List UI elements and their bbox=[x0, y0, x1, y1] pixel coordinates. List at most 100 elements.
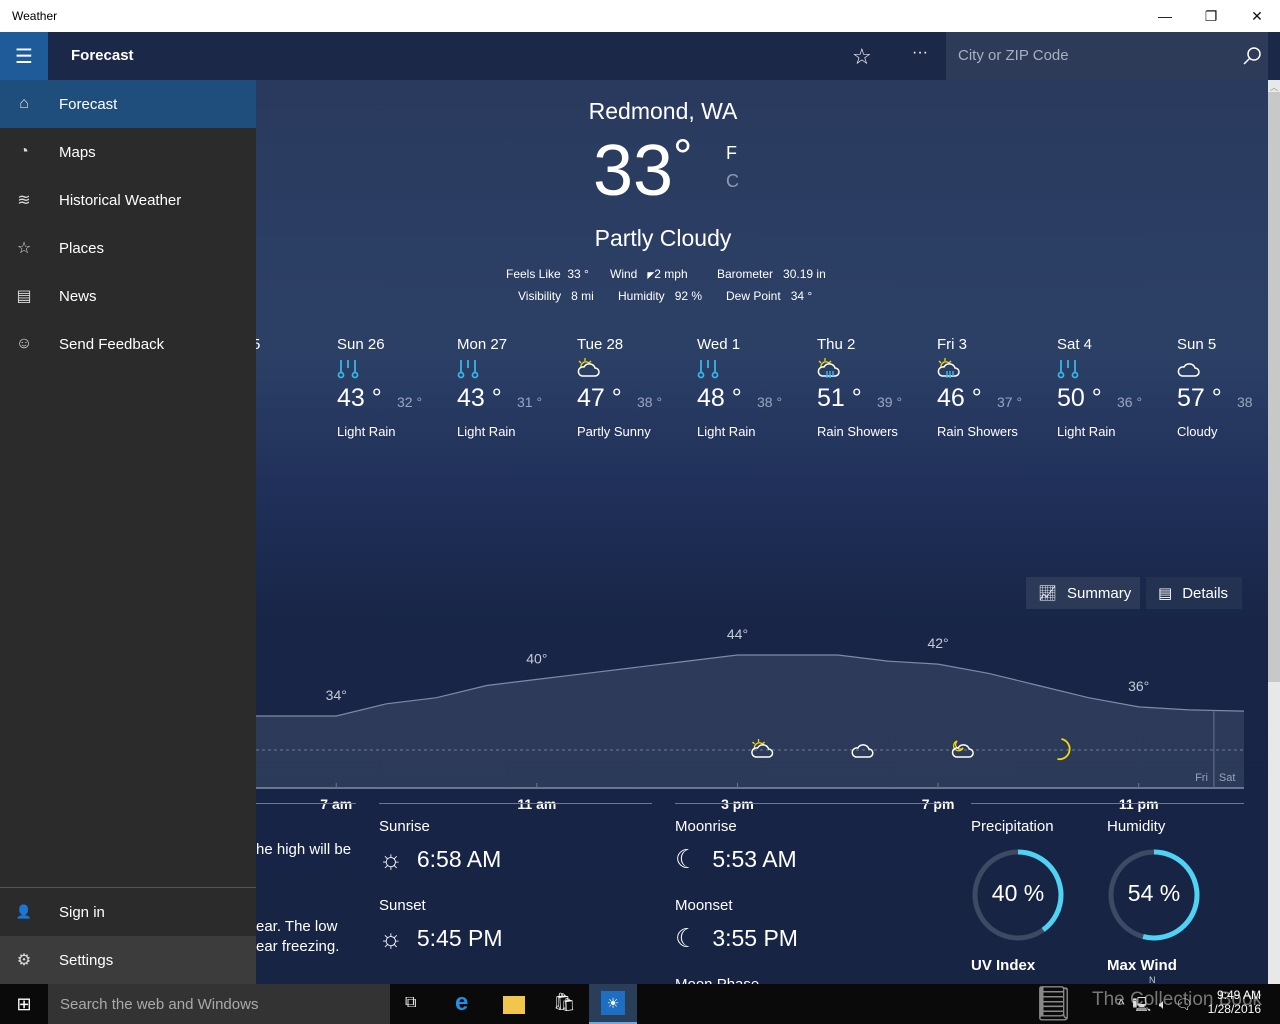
gear-icon: ⚙ bbox=[16, 952, 32, 969]
light-rain-icon bbox=[337, 360, 359, 379]
sidebar-item-label: Places bbox=[59, 239, 105, 257]
day-label: Sat 25 bbox=[256, 336, 261, 353]
divider bbox=[379, 803, 652, 804]
low-temp: 36 ° bbox=[1117, 394, 1143, 410]
temp-label: 40° bbox=[526, 650, 547, 666]
moon-phase-label: Moon Phase bbox=[675, 976, 759, 984]
sidebar-item-send-feedback[interactable]: ☺ Send Feedback bbox=[0, 320, 256, 368]
moon-icon: ☾ bbox=[675, 844, 699, 874]
partly-sunny-icon bbox=[577, 358, 600, 377]
sidebar-item-historical-weather[interactable]: ≋ Historical Weather bbox=[0, 176, 256, 224]
nav-icon: ☺ bbox=[15, 335, 33, 352]
unit-f-toggle[interactable]: F bbox=[726, 143, 737, 164]
nav-icon: ◔ bbox=[19, 143, 29, 160]
condition-label: Light Rain bbox=[697, 424, 756, 439]
sidebar-item-label: Historical Weather bbox=[59, 191, 182, 209]
condition-label: Light Rain bbox=[337, 424, 396, 439]
watermark-logo-icon: 📘︎ bbox=[1032, 985, 1076, 1023]
temp-label: 36° bbox=[1128, 678, 1149, 694]
rain-showers-icon bbox=[817, 358, 840, 378]
maximize-button[interactable]: ❐ bbox=[1188, 0, 1234, 32]
search-input[interactable]: City or ZIP Code bbox=[946, 32, 1268, 80]
divider bbox=[256, 803, 356, 804]
high-temp: 43 ° bbox=[457, 384, 502, 412]
sidebar-item-forecast[interactable]: ⌂ Forecast bbox=[0, 80, 256, 128]
low-temp: 32 ° bbox=[397, 394, 423, 410]
moonset: ☾ 3:55 PM bbox=[675, 923, 798, 953]
summary-text: ear freezing. bbox=[256, 938, 340, 955]
tick-label: 11 am bbox=[517, 796, 556, 812]
close-button[interactable]: ✕ bbox=[1234, 0, 1280, 32]
day-label: Sun 5 bbox=[1177, 336, 1217, 353]
weather-app-icon[interactable]: ☀ bbox=[589, 984, 637, 1024]
taskbar-search[interactable]: Search the web and Windows bbox=[48, 984, 390, 1024]
sidebar-item-label: Maps bbox=[59, 143, 96, 161]
minimize-button[interactable]: — bbox=[1142, 0, 1188, 32]
day-label: Sun 26 bbox=[337, 336, 385, 353]
light-rain-icon bbox=[697, 360, 719, 379]
rain-showers-icon bbox=[937, 358, 960, 378]
windows-start-icon[interactable]: ⊞ bbox=[0, 984, 48, 1024]
current-condition: Partly Cloudy bbox=[594, 225, 732, 251]
tick-label: 7 pm bbox=[922, 796, 955, 812]
high-temp: 57 ° bbox=[1177, 384, 1222, 412]
humidity-value: 54 % bbox=[1127, 880, 1181, 906]
person-icon: 👤 bbox=[15, 904, 33, 919]
high-temp: 47 ° bbox=[577, 384, 622, 412]
high-temp: 51 ° bbox=[817, 384, 862, 412]
summary-text: ear. The low bbox=[256, 918, 338, 935]
sidebar-item-sign-in[interactable]: 👤 Sign in bbox=[0, 888, 256, 936]
tick-label: 11 pm bbox=[1119, 796, 1159, 812]
day-label: Thu 2 bbox=[817, 336, 856, 353]
tray-icons[interactable]: ^ 🖳︎ 🔈︎ 🗨︎ bbox=[1118, 994, 1193, 1018]
humidity-label: Humidity bbox=[1107, 818, 1166, 835]
nav-icon: ☆ bbox=[16, 240, 32, 257]
hamburger-menu-icon[interactable]: ☰ bbox=[0, 32, 48, 80]
sidebar-item-label: Forecast bbox=[59, 95, 118, 113]
compass-north: N bbox=[1149, 975, 1156, 984]
sidebar-item-maps[interactable]: ◔ Maps bbox=[0, 128, 256, 176]
day-label: Wed 1 bbox=[697, 336, 741, 353]
sidebar-item-label: News bbox=[59, 287, 97, 305]
title-bar: Weather — ❐ ✕ bbox=[0, 0, 1280, 32]
file-explorer-icon[interactable] bbox=[503, 996, 525, 1014]
low-temp: 38 bbox=[1237, 394, 1253, 410]
condition-label: Rain Showers bbox=[817, 424, 898, 439]
feels-like: Feels Like 33 ° bbox=[506, 267, 589, 281]
high-temp: 43 ° bbox=[337, 384, 382, 412]
condition-label: Cloudy bbox=[1177, 424, 1218, 439]
current-temp: 33° bbox=[593, 130, 692, 212]
divider bbox=[675, 803, 948, 804]
condition-label: Partly Sunny bbox=[577, 424, 651, 439]
search-icon[interactable] bbox=[1242, 46, 1262, 66]
edge-icon[interactable]: e bbox=[455, 989, 468, 1017]
temp-value: 33 bbox=[593, 131, 674, 211]
moonset-label: Moonset bbox=[675, 897, 733, 914]
barometer: Barometer 30.19 in bbox=[717, 267, 826, 281]
sidebar-item-settings[interactable]: ⚙ Settings bbox=[0, 936, 256, 984]
store-icon[interactable]: 🛍︎ bbox=[553, 992, 576, 1013]
low-temp: 31 ° bbox=[517, 394, 543, 410]
low-temp: 38 ° bbox=[757, 394, 783, 410]
dew-point: Dew Point 34 ° bbox=[726, 289, 813, 303]
summary-text: he high will be bbox=[256, 841, 352, 858]
sidebar: ⌂ Forecast ◔ Maps ≋ Historical Weather ☆ Places… bbox=[0, 80, 256, 984]
task-view-icon[interactable]: ⧉ bbox=[405, 994, 416, 1012]
temp-label: 42° bbox=[927, 635, 948, 651]
precipitation-label: Precipitation bbox=[971, 818, 1054, 835]
star-icon[interactable]: ☆ bbox=[852, 44, 872, 70]
day-label: Fri 3 bbox=[937, 336, 967, 353]
more-button[interactable]: ··· bbox=[912, 44, 928, 62]
clock[interactable]: 9:49 AM 1/28/2016 bbox=[1205, 988, 1261, 1016]
cloudy-icon bbox=[1177, 363, 1200, 377]
scrollbar[interactable]: ︿ bbox=[1268, 80, 1280, 984]
day-label: Mon 27 bbox=[457, 336, 508, 353]
sidebar-item-news[interactable]: ▤ News bbox=[0, 272, 256, 320]
temp-label: 34° bbox=[326, 687, 347, 703]
humidity: Humidity 92 % bbox=[618, 289, 703, 303]
daily-forecast-strip: Sat 25 36 ° Cloudy Sun 26 43 ° 32 ° Light… bbox=[256, 336, 1268, 446]
sidebar-item-places[interactable]: ☆ Places bbox=[0, 224, 256, 272]
condition-label: Light Rain bbox=[457, 424, 516, 439]
low-temp: 38 ° bbox=[637, 394, 663, 410]
unit-c-toggle[interactable]: C bbox=[726, 171, 739, 192]
